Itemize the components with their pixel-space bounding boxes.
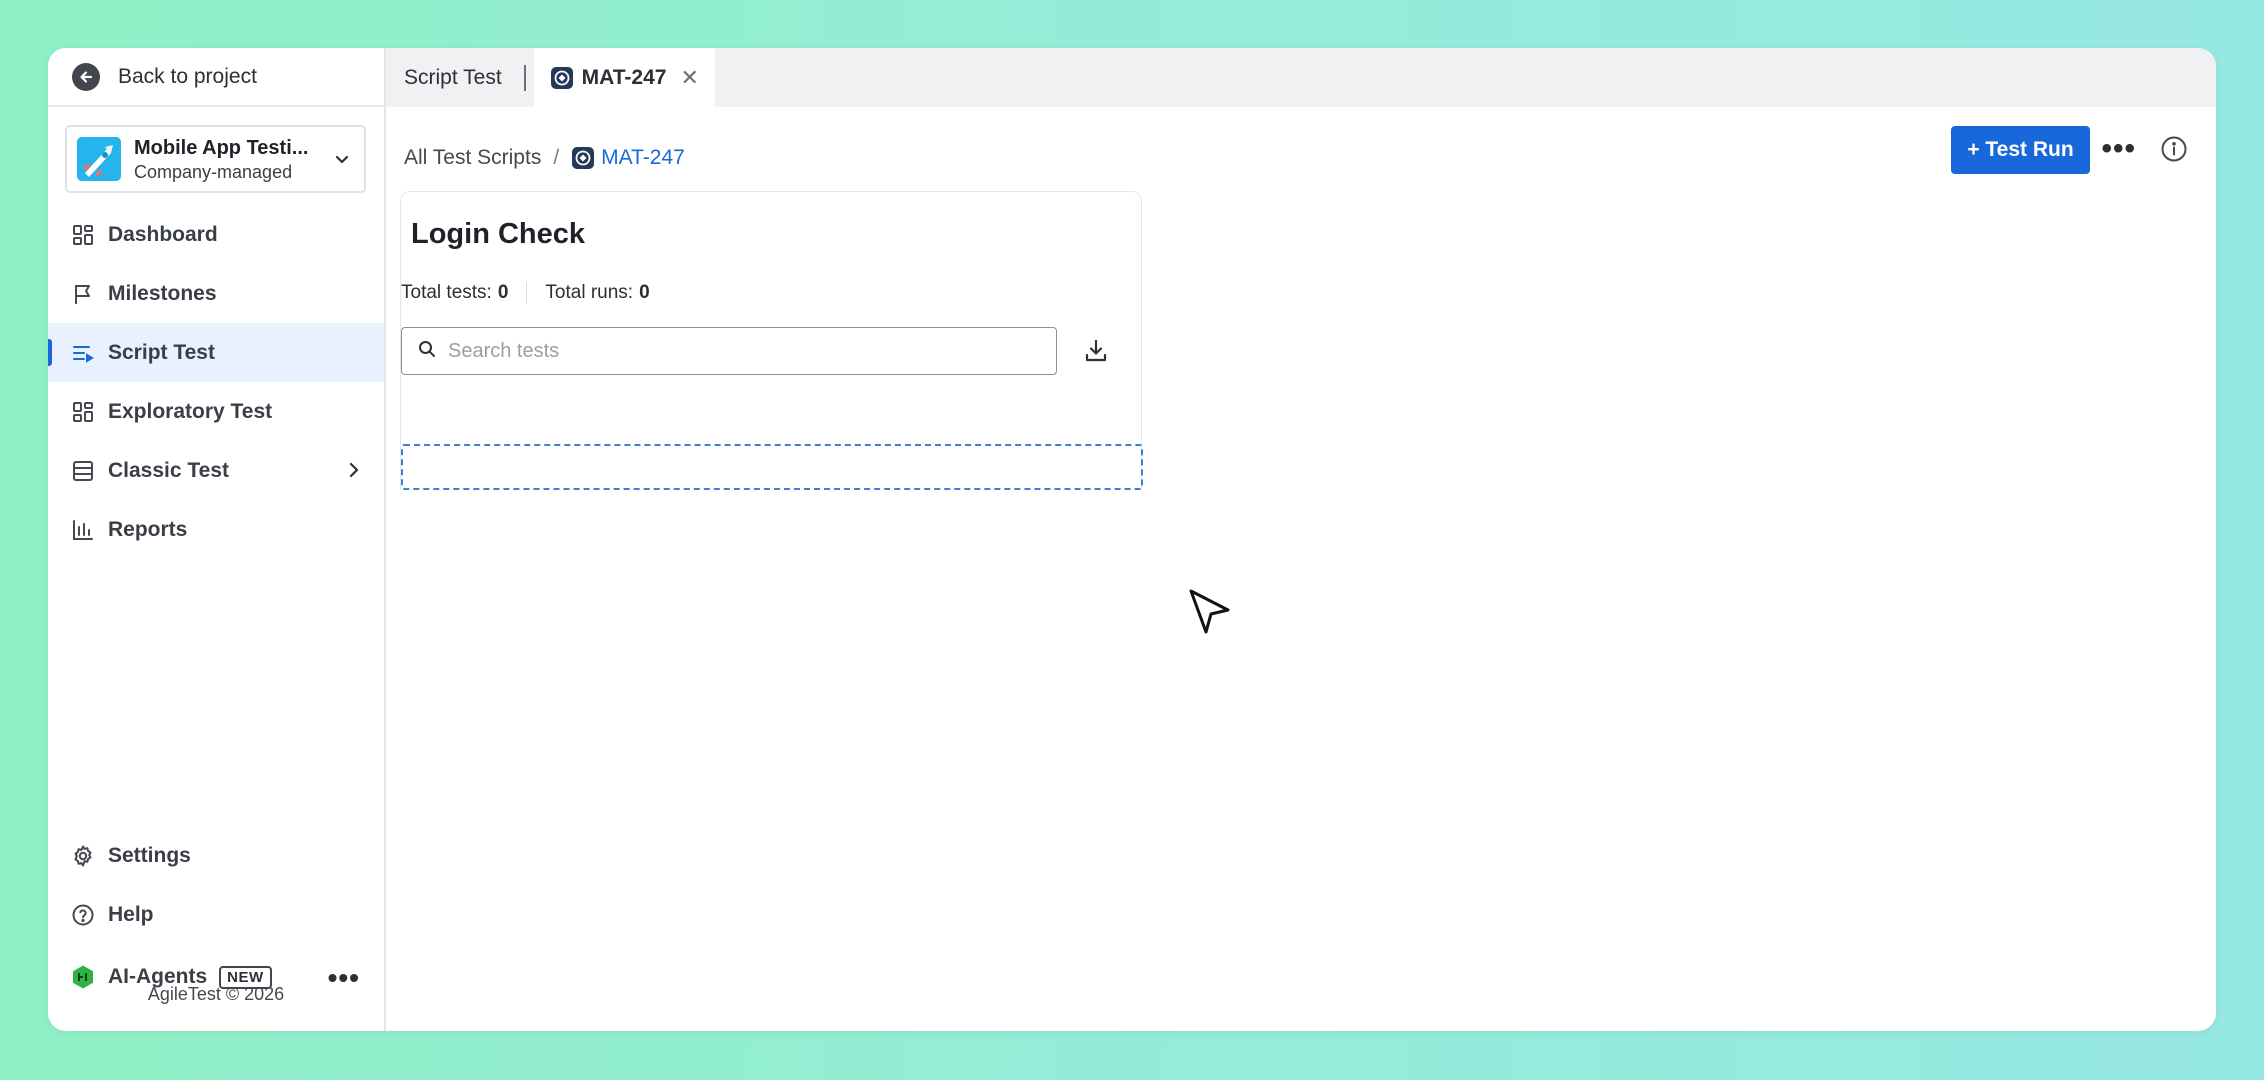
sidebar-item-classic-test[interactable]: Classic Test: [48, 441, 384, 500]
help-circle-icon: [70, 902, 96, 928]
search-input[interactable]: [448, 339, 1008, 363]
project-type: Company-managed: [134, 162, 293, 182]
script-issue-icon: [550, 66, 573, 89]
project-name: Mobile App Testi...: [134, 137, 309, 159]
main-content: Script Test MAT-247 ✕ All Test Scripts /…: [386, 48, 2216, 1031]
test-script-panel: Login Check Total tests: 0 Total runs: 0: [400, 191, 1143, 490]
total-runs-value: 0: [639, 282, 650, 303]
sidebar-item-script-test[interactable]: Script Test: [48, 323, 384, 382]
sidebar-item-settings[interactable]: Settings: [48, 826, 384, 885]
gear-icon: [70, 843, 96, 869]
script-stats: Total tests: 0 Total runs: 0: [401, 282, 650, 304]
table-icon: [70, 458, 96, 484]
search-box[interactable]: [401, 327, 1057, 375]
tab-label: MAT-247: [581, 65, 667, 89]
breadcrumb-separator: /: [553, 146, 560, 169]
chevron-right-icon: [346, 461, 362, 485]
grid-icon: [70, 222, 96, 248]
info-icon[interactable]: [2160, 135, 2188, 168]
sidebar-item-exploratory-test[interactable]: Exploratory Test: [48, 382, 384, 441]
sidebar-bottom-nav: Settings Help AI-Agents NEW •••: [48, 826, 384, 1010]
tab-bar: Script Test MAT-247 ✕: [386, 48, 2216, 107]
sidebar-item-label: Exploratory Test: [108, 399, 273, 423]
page-header: All Test Scripts / MAT-247: [404, 138, 2216, 178]
sidebar-item-label: Settings: [108, 843, 191, 867]
close-icon[interactable]: ✕: [680, 65, 698, 91]
sidebar-item-label: Reports: [108, 517, 188, 541]
script-list-icon: [70, 340, 96, 366]
sidebar: Back to project Mobile App Testi... Comp…: [48, 48, 386, 1031]
project-switcher[interactable]: Mobile App Testi... Company-managed: [65, 125, 366, 193]
chevron-down-icon: [334, 151, 350, 172]
script-issue-icon: [572, 147, 595, 169]
total-tests-value: 0: [497, 282, 509, 303]
project-logo: [77, 137, 121, 181]
arrow-left-icon: [72, 62, 100, 91]
bar-chart-icon: [70, 517, 96, 543]
tab-mat-247[interactable]: MAT-247 ✕: [533, 48, 715, 107]
test-drop-zone[interactable]: [401, 444, 1143, 490]
sidebar-item-help[interactable]: Help: [48, 885, 384, 944]
script-title: Login Check: [411, 218, 586, 250]
sidebar-item-label: Help: [108, 902, 154, 926]
breadcrumb-current[interactable]: MAT-247: [571, 146, 685, 170]
more-actions-icon[interactable]: •••: [2101, 132, 2136, 166]
back-to-project-link[interactable]: Back to project: [48, 48, 384, 107]
search-icon: [418, 340, 436, 363]
copyright-footer: AgileTest © 2026: [147, 984, 285, 1004]
stats-divider: [526, 282, 528, 304]
sidebar-item-milestones[interactable]: Milestones: [48, 264, 384, 323]
sidebar-item-label: Milestones: [108, 281, 217, 305]
tab-script-test[interactable]: Script Test: [386, 48, 524, 107]
sidebar-item-label: Classic Test: [108, 458, 230, 482]
sidebar-nav: Dashboard Milestones Script Test Explora…: [48, 205, 384, 559]
breadcrumb-all-test-scripts[interactable]: All Test Scripts: [404, 146, 541, 170]
app-window: Back to project Mobile App Testi... Comp…: [48, 48, 2216, 1031]
mouse-cursor-icon: [1189, 589, 1230, 634]
sidebar-item-label: Script Test: [108, 340, 215, 364]
total-tests-label: Total tests:: [401, 282, 492, 303]
download-icon[interactable]: [1083, 338, 1109, 369]
breadcrumb-current-label: MAT-247: [601, 146, 685, 169]
test-run-button[interactable]: + Test Run: [1951, 126, 2090, 174]
sidebar-item-label: Dashboard: [108, 222, 218, 246]
sidebar-item-dashboard[interactable]: Dashboard: [48, 205, 384, 264]
tab-divider: [523, 65, 526, 91]
flag-icon: [70, 281, 96, 307]
grid-icon: [70, 399, 96, 425]
back-to-project-label: Back to project: [118, 64, 257, 88]
total-runs-label: Total runs:: [545, 282, 634, 303]
tab-label: Script Test: [404, 65, 502, 89]
sidebar-item-reports[interactable]: Reports: [48, 500, 384, 559]
